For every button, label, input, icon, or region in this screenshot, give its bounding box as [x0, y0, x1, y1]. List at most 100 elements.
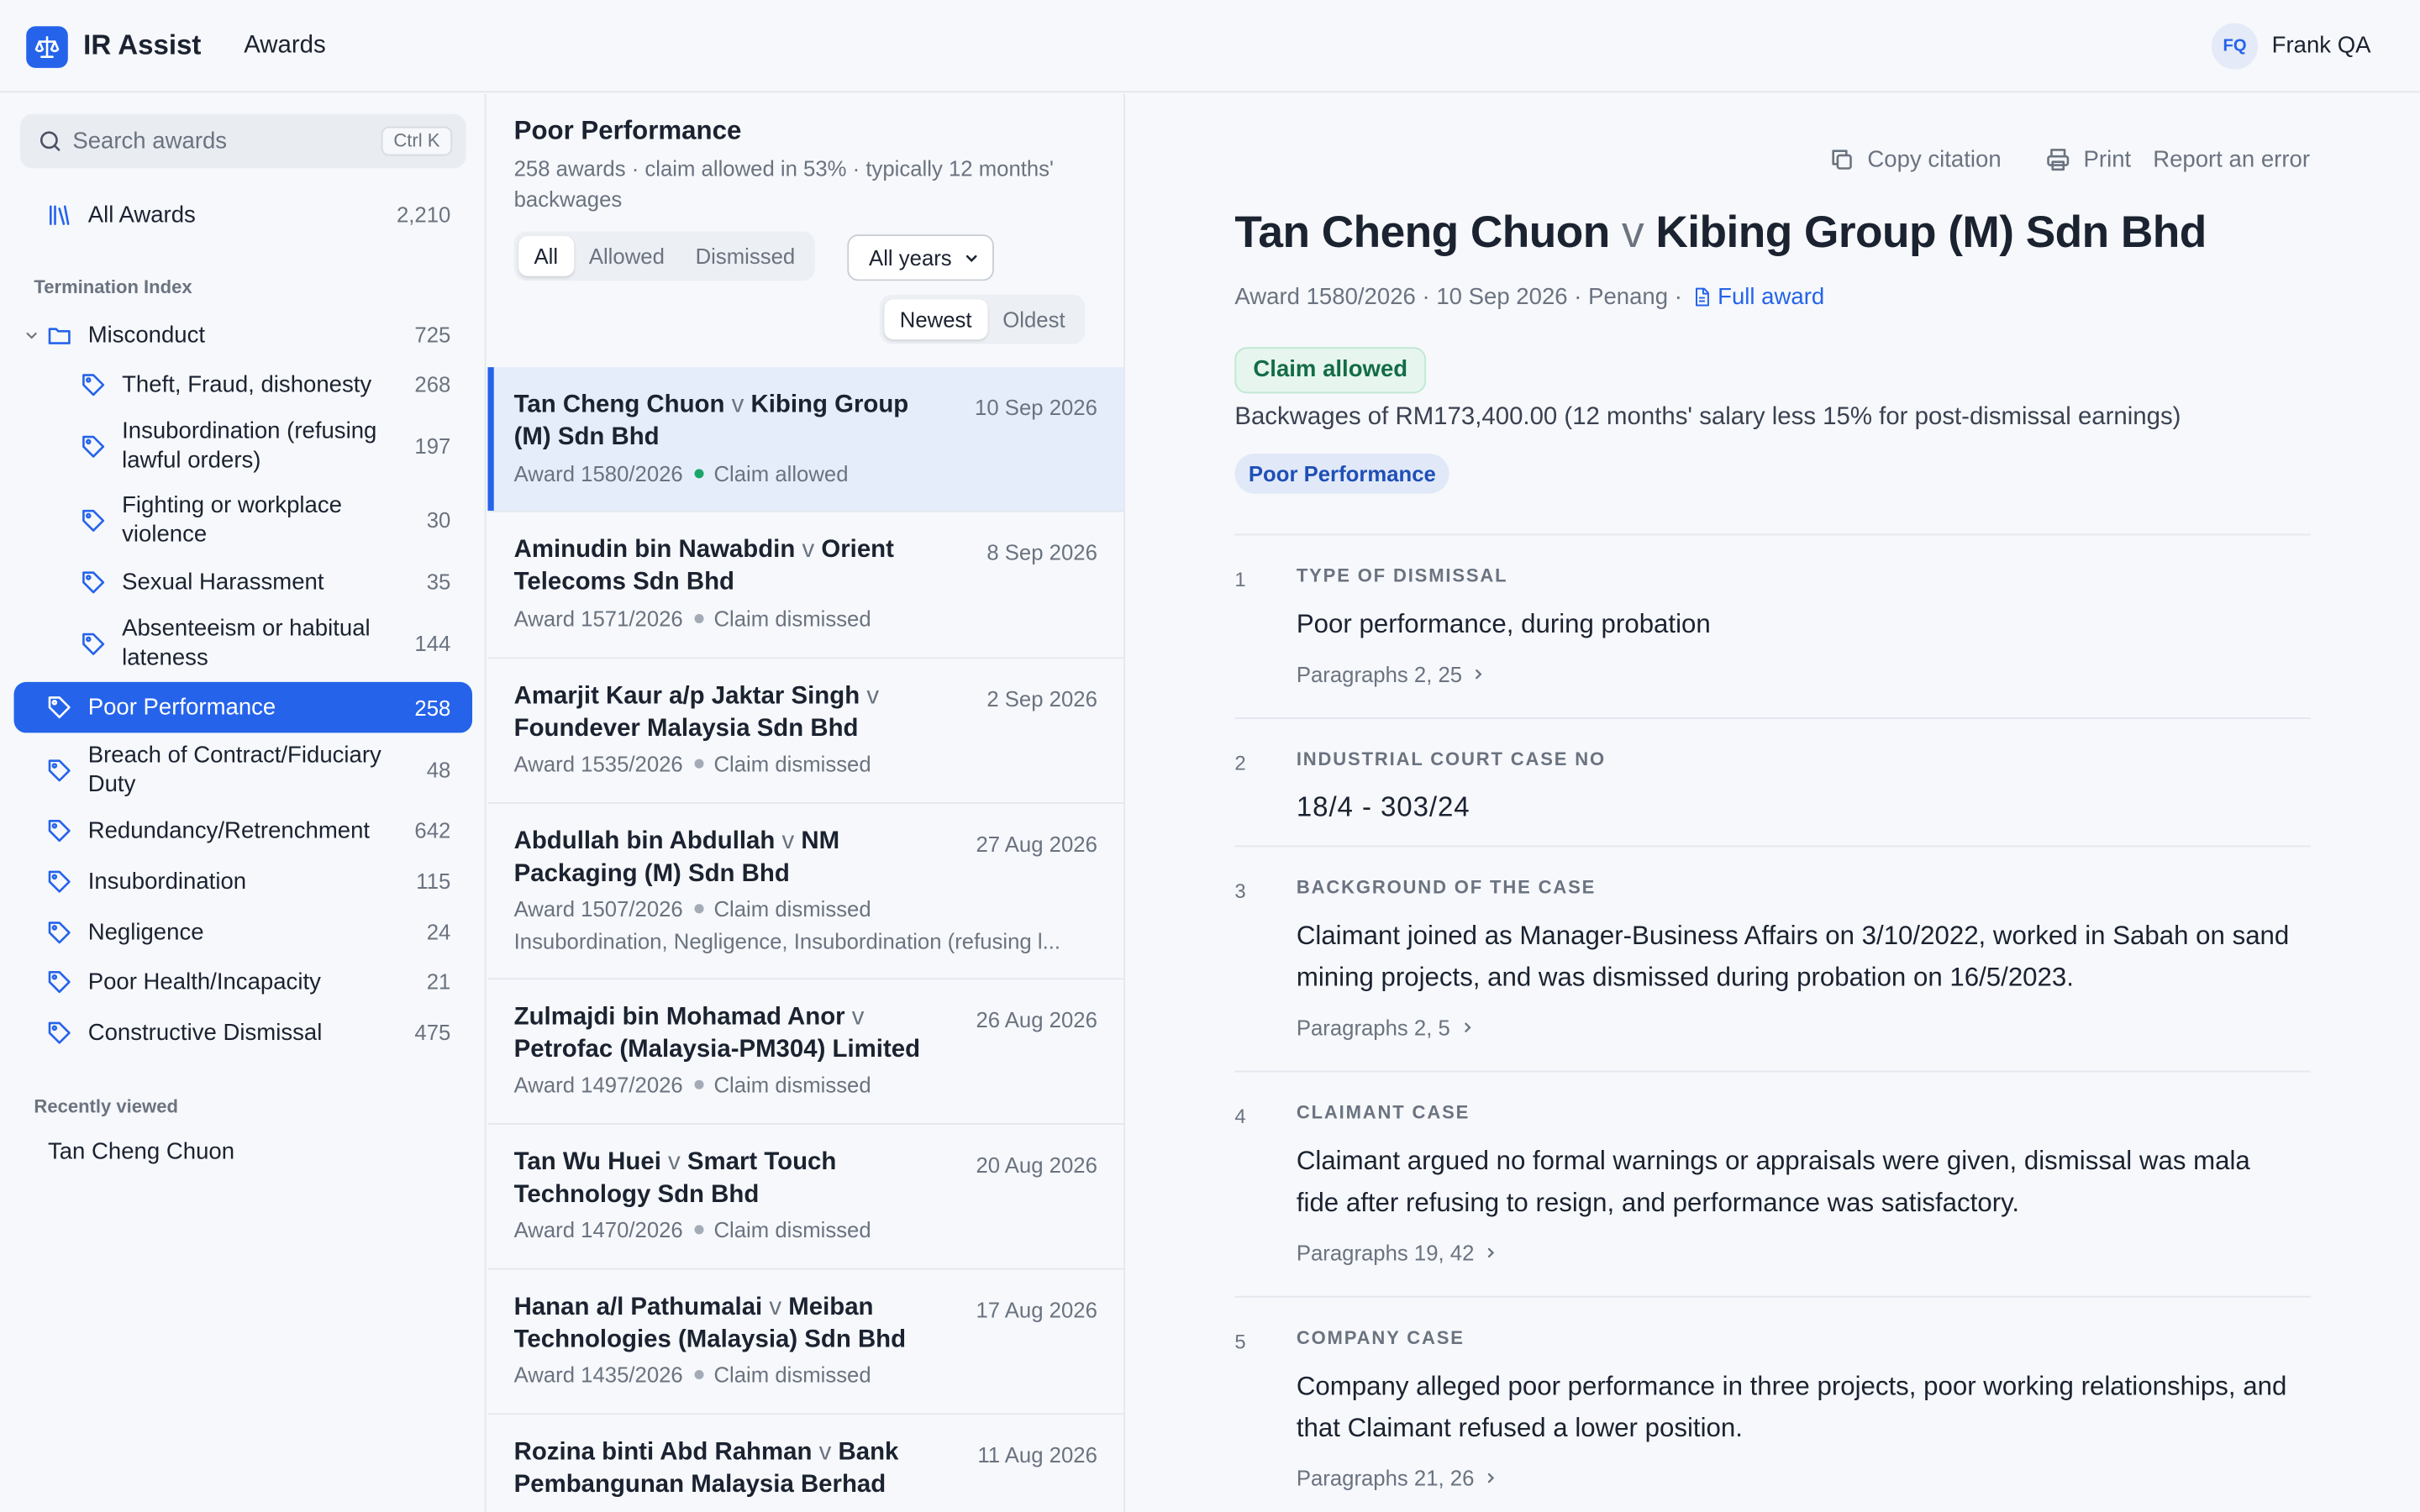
list-item[interactable]: Tan Wu Huei v Smart Touch Technology Sdn…: [487, 1124, 1124, 1270]
sidebar-item-all-awards[interactable]: All Awards 2,210: [14, 190, 472, 239]
tag-icon: [48, 921, 71, 943]
sidebar-item-label: Poor Health/Incapacity: [87, 968, 321, 995]
backwages-text: Backwages of RM173,400.00 (12 months' sa…: [1234, 404, 2181, 431]
sidebar-item-sexual-harassment[interactable]: Sexual Harassment 35: [14, 557, 472, 606]
sort-newest[interactable]: Newest: [884, 299, 987, 340]
scales-logo-icon[interactable]: [26, 26, 68, 68]
award-meta: Award 1571/2026 Claim dismissed: [513, 606, 871, 632]
chevron-down-icon[interactable]: [24, 326, 40, 343]
filter-dismissed[interactable]: Dismissed: [680, 236, 810, 276]
search-input[interactable]: [72, 124, 366, 156]
year-select[interactable]: All years: [847, 234, 994, 281]
year-select-value: All years: [869, 245, 952, 270]
sidebar-item-label: Insubordination: [87, 868, 247, 895]
copy-icon: [1832, 150, 1852, 170]
sidebar-item-count: 642: [414, 817, 451, 843]
award-title: Amarjit Kaur a/p Jaktar Singh v Foundeve…: [513, 683, 880, 743]
list-subtitle: 258 awards · claim allowed in 53% · typi…: [513, 155, 1054, 212]
search-box[interactable]: Ctrl K: [19, 113, 466, 169]
award-date: 26 Aug 2026: [976, 1007, 1097, 1032]
sidebar-item-label: Absenteeism or habitual lateness: [122, 615, 371, 671]
section-number: 3: [1234, 879, 1246, 903]
section-number: 2: [1234, 751, 1246, 775]
award-meta: Award 1435/2026 Claim dismissed: [513, 1362, 871, 1388]
tag-icon: [48, 1021, 71, 1043]
status-dot: [693, 1369, 703, 1380]
list-item[interactable]: Rozina binti Abd Rahman v Bank Pembangun…: [487, 1415, 1124, 1512]
chevron-down-icon: [965, 255, 977, 262]
top-bar: IR Assist Awards FQ Frank QA: [0, 0, 2420, 93]
sidebar-item-insubordination-refusing[interactable]: Insubordination (refusing lawful orders)…: [14, 412, 472, 480]
sidebar-item-absenteeism[interactable]: Absenteeism or habitual lateness 144: [14, 609, 472, 677]
award-heading: Tan Cheng Chuon v Kibing Group (M) Sdn B…: [1234, 207, 2207, 258]
copy-citation-button[interactable]: Copy citation: [1828, 146, 2002, 173]
award-meta: Award 1507/2026 Claim dismissed: [513, 896, 871, 921]
copy-citation-label: Copy citation: [1867, 146, 2002, 173]
chevron-right-icon: [1488, 1247, 1495, 1258]
list-title: Poor Performance: [513, 115, 742, 145]
sidebar-item-theft-fraud[interactable]: Theft, Fraud, dishonesty 268: [14, 360, 472, 409]
summary-section-case-no: 2 INDUSTRIAL COURT CASE NO 18/4 - 303/24: [1234, 717, 2311, 845]
sidebar-item-insubordination[interactable]: Insubordination 115: [14, 856, 472, 906]
sidebar-item-count: 115: [416, 869, 451, 894]
user-name[interactable]: Frank QA: [2272, 33, 2371, 59]
section-heading: CLAIMANT CASE: [1296, 1101, 1470, 1124]
section-body: Claimant argued no formal warnings or ap…: [1296, 1146, 2250, 1218]
chevron-right-icon: [1476, 669, 1483, 680]
paragraphs-link[interactable]: Paragraphs 19, 42: [1297, 1241, 1499, 1265]
sidebar-item-count: 21: [426, 969, 451, 994]
folder-icon: [48, 327, 71, 344]
sort-oldest[interactable]: Oldest: [987, 299, 1081, 339]
list-item[interactable]: Zulmajdi bin Mohamad Anor v Petrofac (Ma…: [487, 979, 1124, 1125]
list-item[interactable]: Aminudin bin Nawabdin v Orient Telecoms …: [487, 512, 1124, 659]
paragraphs-link[interactable]: Paragraphs 21, 26: [1297, 1466, 1499, 1490]
sidebar-item-redundancy[interactable]: Redundancy/Retrenchment 642: [14, 806, 472, 855]
section-body: Claimant joined as Manager-Business Affa…: [1296, 921, 2290, 992]
recent-item[interactable]: Tan Cheng Chuon: [48, 1138, 234, 1164]
list-item[interactable]: Amarjit Kaur a/p Jaktar Singh v Foundeve…: [487, 659, 1124, 804]
award-date: 20 Aug 2026: [976, 1152, 1097, 1178]
section-heading: TYPE OF DISMISSAL: [1296, 564, 1508, 586]
tag-icon: [48, 759, 71, 781]
list-item[interactable]: Hanan a/l Pathumalai v Meiban Technologi…: [487, 1269, 1124, 1415]
award-date: 2 Sep 2026: [986, 686, 1097, 711]
outcome-badge: Claim allowed: [1234, 347, 1427, 394]
full-award-link[interactable]: Full award: [1691, 284, 1824, 310]
sidebar-item-poor-performance[interactable]: Poor Performance 258: [13, 681, 473, 733]
tag-icon: [82, 632, 105, 654]
tag-icon: [48, 819, 71, 842]
nav-awards-link[interactable]: Awards: [244, 33, 325, 60]
sidebar-item-breach-of-contract[interactable]: Breach of Contract/Fiduciary Duty 48: [14, 736, 472, 804]
award-detail-meta: Award 1580/2026 · 10 Sep 2026 · Penang ·…: [1234, 283, 1825, 311]
brand-name[interactable]: IR Assist: [83, 29, 201, 62]
print-label: Print: [2083, 146, 2132, 173]
search-icon: [39, 131, 60, 151]
filter-allowed[interactable]: Allowed: [573, 236, 680, 276]
sidebar-item-negligence[interactable]: Negligence 24: [14, 907, 472, 957]
sidebar-item-poor-health[interactable]: Poor Health/Incapacity 21: [14, 957, 472, 1006]
status-dot: [693, 469, 703, 479]
list-item[interactable]: Tan Cheng Chuon v Kibing Group (M) Sdn B…: [487, 367, 1124, 512]
report-error-link[interactable]: Report an error: [2153, 146, 2310, 172]
paragraphs-link[interactable]: Paragraphs 2, 25: [1297, 662, 1487, 686]
avatar[interactable]: FQ: [2211, 23, 2259, 70]
sidebar-item-label: Fighting or workplace violence: [122, 491, 342, 549]
list-item[interactable]: Abdullah bin Abdullah v NM Packaging (M)…: [487, 803, 1124, 980]
sidebar-item-count: 35: [426, 569, 451, 595]
awards-list-panel: Poor Performance 258 awards · claim allo…: [487, 94, 1125, 1512]
sidebar-item-misconduct[interactable]: Misconduct 725: [14, 310, 472, 360]
status-dot: [693, 1079, 703, 1089]
sidebar-item-count: 268: [414, 371, 451, 397]
category-badge[interactable]: Poor Performance: [1234, 453, 1450, 494]
sidebar-item-count: 24: [426, 919, 451, 945]
sidebar-item-constructive-dismissal[interactable]: Constructive Dismissal 475: [14, 1007, 472, 1057]
sidebar-item-fighting[interactable]: Fighting or workplace violence 30: [14, 486, 472, 554]
section-number: 1: [1234, 567, 1246, 591]
print-button[interactable]: Print: [2045, 146, 2132, 173]
report-error-label: Report an error: [2153, 146, 2311, 173]
tag-icon: [82, 570, 105, 593]
filter-all[interactable]: All: [518, 236, 574, 276]
paragraphs-link[interactable]: Paragraphs 2, 5: [1297, 1016, 1475, 1040]
sidebar-item-count: 258: [414, 695, 451, 720]
app-canvas: IR Assist Awards FQ Frank QA Ctrl K All …: [0, 0, 2420, 1512]
